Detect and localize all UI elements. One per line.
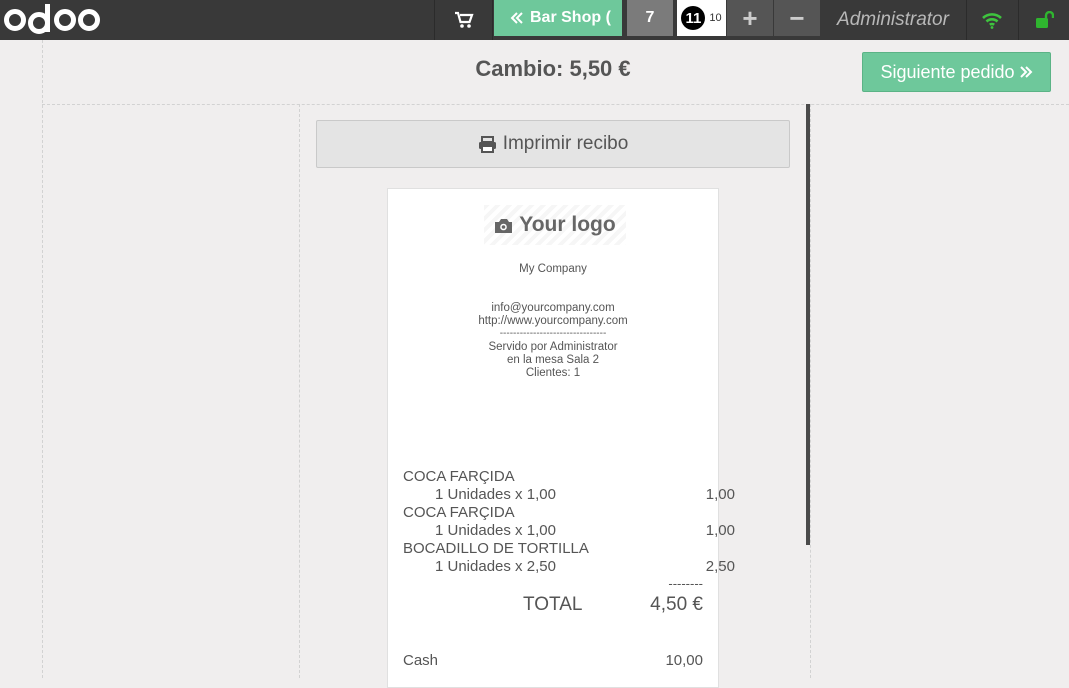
divider [434, 0, 435, 40]
line-qty: 1 Unidades x 1,00 [435, 522, 556, 539]
line-amount: 1,00 [705, 486, 735, 503]
payment-line: Cash 10,00 [403, 652, 703, 669]
company-email: info@yourcompany.com [491, 302, 615, 314]
order-button-label: Bar Shop ( [530, 9, 611, 26]
receipt-line-detail: 1 Unidades x 2,50 2,50 [403, 558, 735, 575]
payment-label: Cash [403, 652, 439, 669]
double-chevron-left-icon [510, 12, 523, 24]
receipt-line-product: COCA FARÇIDA [403, 468, 515, 485]
remove-order-button[interactable]: − [774, 0, 820, 36]
ticket-number-badge: 11 [681, 6, 706, 30]
layout-guide [42, 104, 1069, 105]
receipt: Your logo My Company info@yourcompany.co… [387, 188, 735, 688]
separator: -------------------------------- [499, 328, 607, 339]
line-amount: 1,00 [705, 522, 735, 539]
receipt-line-detail: 1 Unidades x 1,00 1,00 [403, 522, 735, 539]
lock-screen-button[interactable] [1019, 0, 1069, 40]
receipt-scrollbar[interactable] [806, 104, 810, 545]
total-value: 4,50 € [650, 594, 703, 615]
wifi-icon [982, 13, 1002, 29]
receipt-line-product: BOCADILLO DE TORTILLA [403, 540, 589, 557]
company-name: My Company [519, 263, 587, 275]
username-label: Administrator [837, 9, 949, 30]
odoo-logo [4, 0, 100, 40]
company-logo-placeholder: Your logo [484, 205, 626, 245]
total-separator: -------- [668, 576, 703, 591]
change-amount: Cambio: 5,50 € [475, 56, 631, 81]
logo-text: Your logo [519, 213, 616, 236]
receipt-line-detail: 1 Unidades x 1,00 1,00 [403, 486, 735, 503]
printer-icon [478, 135, 496, 153]
print-receipt-label: Imprimir recibo [502, 133, 629, 154]
double-chevron-right-icon [1019, 66, 1032, 78]
line-qty: 1 Unidades x 1,00 [435, 486, 556, 503]
payment-value: 10,00 [665, 652, 703, 669]
connection-status[interactable] [966, 0, 1018, 40]
unlock-icon [1036, 11, 1054, 28]
shopping-cart-icon [455, 11, 474, 28]
print-receipt-button[interactable]: Imprimir recibo [316, 120, 790, 168]
ticket-sub-label: 10 [709, 12, 722, 24]
order-ticket-selected[interactable]: 11 10 [677, 0, 726, 36]
divider [492, 0, 493, 40]
camera-icon [495, 218, 513, 233]
cart-button[interactable] [437, 0, 491, 40]
layout-guide [299, 104, 300, 678]
next-order-button[interactable]: Siguiente pedido [862, 52, 1051, 92]
ticket-label: 7 [645, 9, 655, 26]
served-by: Servido por Administrator [488, 341, 618, 353]
top-bar: Bar Shop ( 7 11 10 + − Administrator [0, 0, 1069, 40]
add-order-button[interactable]: + [727, 0, 773, 36]
layout-guide [810, 104, 811, 678]
guest-count: Clientes: 1 [525, 367, 581, 379]
receipt-line-product: COCA FARÇIDA [403, 504, 515, 521]
next-order-label: Siguiente pedido [880, 61, 1015, 82]
plus-icon: + [742, 2, 758, 33]
order-ticket-7[interactable]: 7 [627, 0, 673, 36]
line-qty: 1 Unidades x 2,50 [435, 558, 556, 575]
username[interactable]: Administrator [820, 0, 966, 40]
total-label: TOTAL [523, 594, 583, 615]
minus-icon: − [789, 2, 805, 33]
back-to-order-button[interactable]: Bar Shop ( [494, 0, 622, 36]
line-amount: 2,50 [705, 558, 735, 575]
layout-guide [42, 40, 43, 678]
table-info: en la mesa Sala 2 [506, 354, 600, 366]
